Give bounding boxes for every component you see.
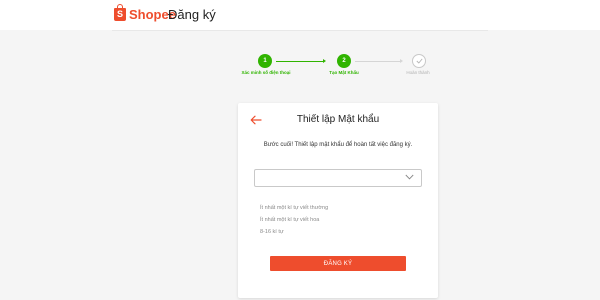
step-1-circle: 1 (258, 54, 272, 68)
header-divider (112, 30, 488, 31)
check-icon (415, 58, 423, 64)
step-connector-1-arrow (323, 59, 326, 63)
card-description: Bước cuối! Thiết lập mật khẩu để hoàn tấ… (263, 142, 413, 148)
step-2-circle: 2 (337, 54, 351, 68)
password-input[interactable] (259, 172, 403, 186)
register-button[interactable]: ĐĂNG KÝ (270, 256, 406, 271)
step-3-circle (412, 54, 426, 68)
password-field[interactable] (254, 169, 422, 187)
step-connector-2 (355, 61, 401, 62)
set-password-card: Thiết lập Mật khẩu Bước cuối! Thiết lập … (238, 103, 438, 298)
password-rule: 8-16 kí tự (260, 229, 284, 235)
password-rule: Ít nhất một kí tự viết hoa (260, 217, 320, 223)
step-1-number: 1 (263, 58, 267, 64)
page-title: Đăng ký (168, 7, 216, 22)
step-2-number: 2 (342, 58, 346, 64)
step-2-label: Tạo Mật Khẩu (329, 70, 359, 75)
shopee-bag-icon: S (114, 3, 126, 21)
step-connector-2-arrow (400, 59, 403, 63)
shopee-logo[interactable]: S Shopee (114, 3, 176, 23)
card-title: Thiết lập Mật khẩu (296, 114, 380, 125)
chevron-down-icon[interactable] (405, 174, 414, 180)
step-3-label: Hoàn thành (406, 70, 430, 75)
site-header: S Shopee Đăng ký (0, 0, 600, 30)
step-connector-1 (276, 61, 324, 62)
step-1-label: Xác minh số điện thoại (241, 70, 291, 75)
password-rule: Ít nhất một kí tự viết thường (260, 205, 329, 211)
